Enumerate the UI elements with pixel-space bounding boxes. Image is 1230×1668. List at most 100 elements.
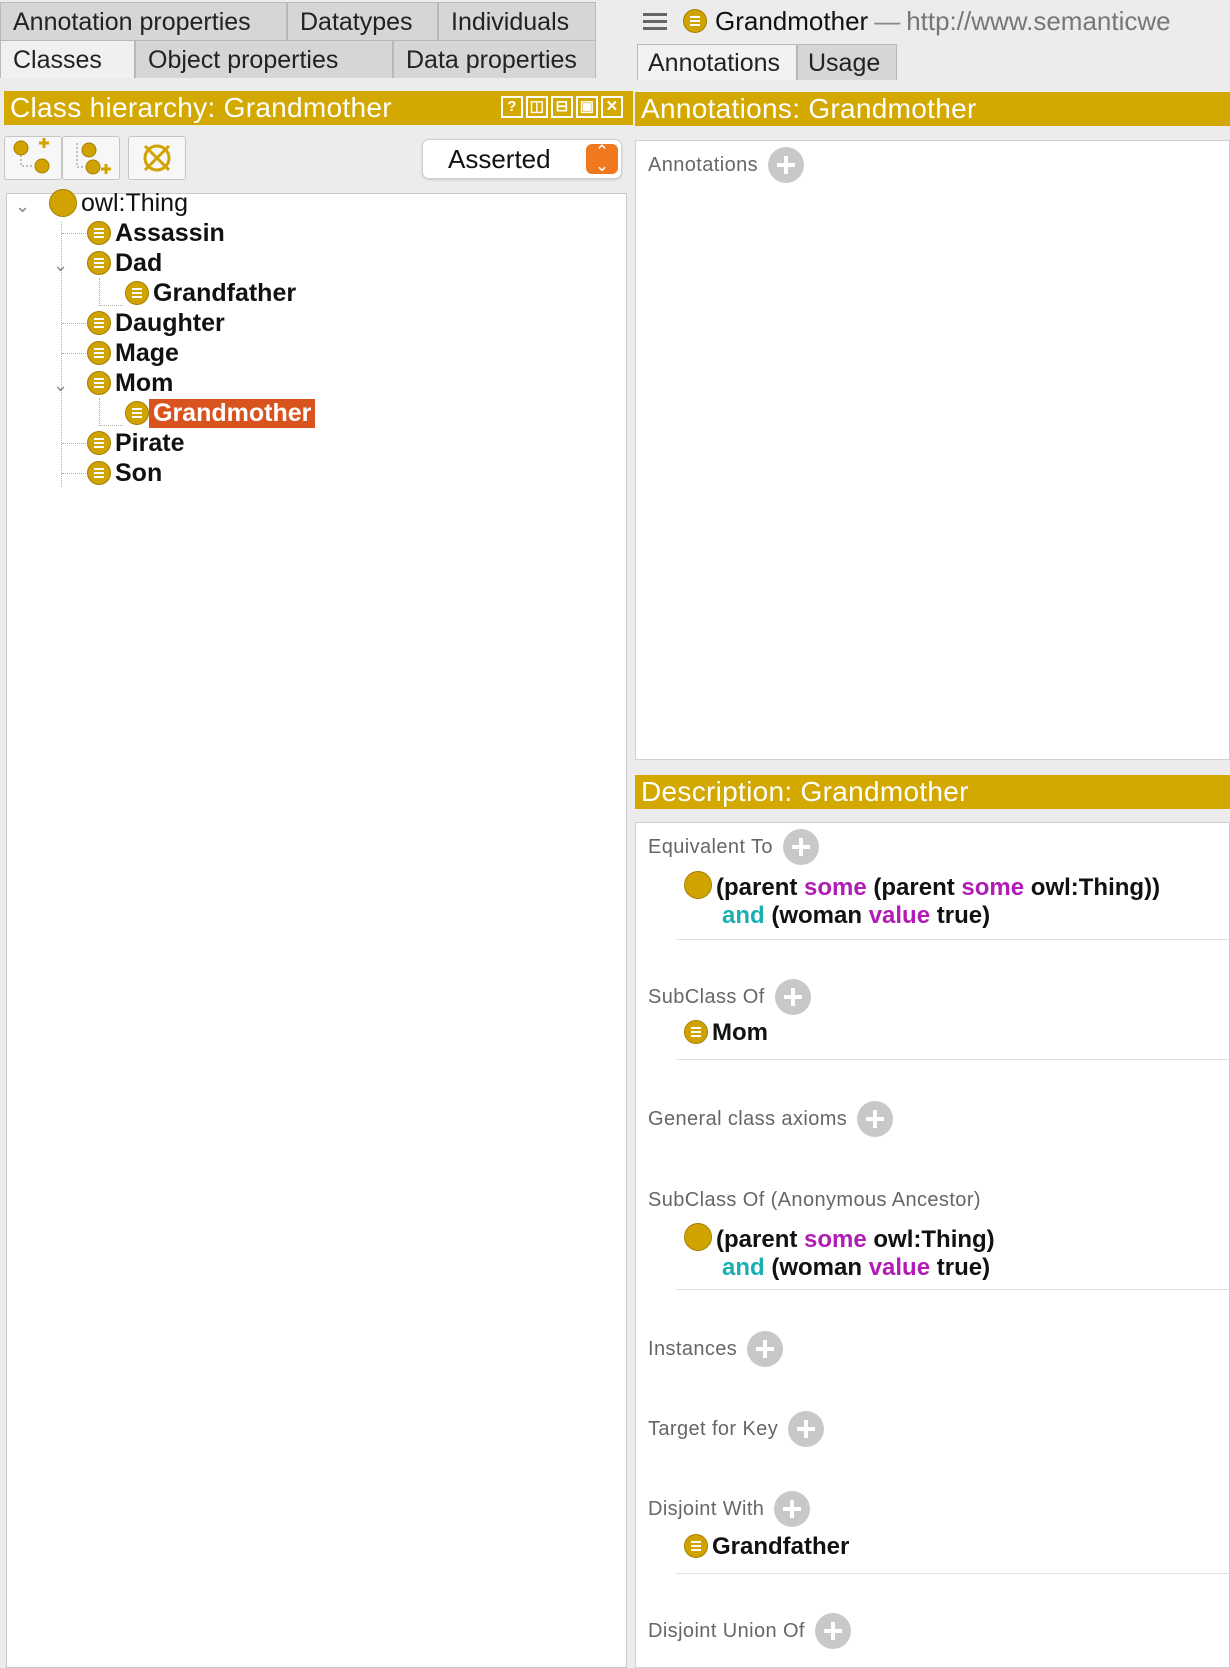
tree-node-mage[interactable]: Mage xyxy=(87,338,183,368)
row-divider xyxy=(676,1289,1229,1290)
instances-section: Instances xyxy=(648,1331,784,1367)
tab-datatypes[interactable]: Datatypes xyxy=(287,2,438,40)
anonymous-ancestor-expression[interactable]: (parent some owl:Thing) and (woman value… xyxy=(684,1223,995,1282)
class-icon xyxy=(684,1020,708,1044)
add-disjoint-icon[interactable] xyxy=(774,1491,811,1527)
description-title: Description: Grandmother xyxy=(641,776,969,807)
tree-node-mom[interactable]: Mom xyxy=(87,368,177,398)
add-key-icon[interactable] xyxy=(788,1411,825,1447)
tree-node-dad[interactable]: Dad xyxy=(87,248,166,278)
disjoint-with-entry[interactable]: Grandfather xyxy=(684,1533,849,1561)
float-view-icon[interactable]: ▣ xyxy=(576,96,598,118)
detail-tabs: Annotations Usage xyxy=(637,44,897,80)
tree-node-label: Daughter xyxy=(115,308,225,337)
tree-node-label-selected: Grandmother xyxy=(149,398,316,428)
header-separator: — xyxy=(874,5,901,36)
tree-node-label: Grandfather xyxy=(153,278,297,307)
class-icon xyxy=(87,431,111,455)
view-buttons: ? ◫ ⊟ ▣ ✕ xyxy=(501,96,623,118)
delete-class-icon xyxy=(143,144,171,172)
keyword-some: some xyxy=(804,874,867,901)
tree-node-grandmother[interactable]: Grandmother xyxy=(125,398,316,428)
section-label: Disjoint Union Of xyxy=(648,1619,805,1642)
expr-text: true) xyxy=(930,1254,991,1281)
add-superclass-icon[interactable] xyxy=(774,979,811,1015)
class-icon xyxy=(87,221,111,245)
description-header: Description: Grandmother xyxy=(635,775,1230,809)
collapse-caret-icon[interactable]: ⌄ xyxy=(53,375,68,396)
tree-guide-line xyxy=(99,398,100,426)
close-view-icon[interactable]: ✕ xyxy=(601,96,623,118)
tab-usage[interactable]: Usage xyxy=(797,44,897,80)
class-icon xyxy=(49,189,77,217)
tree-node-son[interactable]: Son xyxy=(87,458,166,488)
tab-data-properties[interactable]: Data properties xyxy=(393,40,596,78)
class-tree[interactable]: ⌄ owl:Thing Assassin ⌄ Dad Grandfather D… xyxy=(6,189,627,1668)
add-disjoint-union-icon[interactable] xyxy=(814,1613,851,1649)
row-divider xyxy=(676,939,1229,940)
subclass-of-entry[interactable]: Mom xyxy=(684,1019,768,1047)
expr-text: (woman xyxy=(764,1254,869,1281)
section-label: Annotations xyxy=(648,153,759,176)
expr-text: (parent xyxy=(716,874,805,901)
split-vertical-icon[interactable]: ◫ xyxy=(526,96,548,118)
hierarchy-mode-value: Asserted xyxy=(448,144,551,174)
tab-row-2: Classes Object properties Data propertie… xyxy=(0,40,596,78)
class-icon xyxy=(87,461,111,485)
disjoint-class-name: Grandfather xyxy=(712,1533,850,1560)
tab-annotation-properties[interactable]: Annotation properties xyxy=(0,2,287,40)
entity-iri: http://www.semanticwe xyxy=(906,5,1171,36)
section-label: General class axioms xyxy=(648,1107,848,1130)
help-icon[interactable]: ? xyxy=(501,96,523,118)
class-hierarchy-title: Class hierarchy: Grandmother xyxy=(10,92,392,123)
add-equivalent-icon[interactable] xyxy=(782,829,819,865)
annotations-header: Annotations: Grandmother xyxy=(635,92,1230,126)
split-horizontal-icon[interactable]: ⊟ xyxy=(551,96,573,118)
class-icon xyxy=(684,1534,708,1558)
class-icon xyxy=(683,9,707,33)
class-hierarchy-header: Class hierarchy: Grandmother ? ◫ ⊟ ▣ ✕ xyxy=(4,91,633,125)
tree-node-assassin[interactable]: Assassin xyxy=(87,218,229,248)
add-annotation-icon[interactable] xyxy=(768,147,805,183)
add-general-axiom-icon[interactable] xyxy=(857,1101,894,1137)
tab-object-properties[interactable]: Object properties xyxy=(135,40,393,78)
tab-annotations[interactable]: Annotations xyxy=(637,44,797,80)
keyword-value: value xyxy=(868,1254,931,1281)
class-icon xyxy=(125,281,149,305)
expr-text: owl:Thing)) xyxy=(1024,874,1161,901)
tab-individuals[interactable]: Individuals xyxy=(438,2,596,40)
disjoint-union-section: Disjoint Union Of xyxy=(648,1613,851,1649)
class-icon xyxy=(684,871,712,899)
description-panel: Equivalent To (parent some (parent some … xyxy=(635,822,1230,1668)
add-instance-icon[interactable] xyxy=(747,1331,784,1367)
add-subclass-button[interactable] xyxy=(4,136,62,180)
collapse-caret-icon[interactable]: ⌄ xyxy=(53,255,68,276)
tree-guide-line xyxy=(62,443,86,444)
tree-node-daughter[interactable]: Daughter xyxy=(87,308,229,338)
hierarchy-mode-select[interactable]: Asserted ⌃ ⌄ xyxy=(422,139,622,179)
general-class-axioms-section: General class axioms xyxy=(648,1101,894,1137)
add-sibling-button[interactable] xyxy=(62,136,120,180)
tree-guide-line xyxy=(62,323,86,324)
class-icon xyxy=(87,251,111,275)
entity-header: Grandmother — http://www.semanticwe xyxy=(633,0,1230,42)
target-for-key-section: Target for Key xyxy=(648,1411,825,1447)
class-hierarchy-toolbar: Asserted ⌃ ⌄ xyxy=(4,136,633,182)
expr-text: (woman xyxy=(764,902,869,929)
row-divider xyxy=(676,1573,1229,1574)
menu-icon[interactable] xyxy=(643,9,667,34)
tab-classes[interactable]: Classes xyxy=(0,40,135,78)
tree-node-grandfather[interactable]: Grandfather xyxy=(125,278,300,308)
tree-node-label: owl:Thing xyxy=(81,188,188,217)
keyword-and: and xyxy=(722,902,765,929)
anonymous-ancestor-section: SubClass Of (Anonymous Ancestor) xyxy=(648,1189,981,1212)
equivalent-expression[interactable]: (parent some (parent some owl:Thing)) an… xyxy=(684,871,1160,930)
keyword-some: some xyxy=(804,1226,867,1253)
section-label: Disjoint With xyxy=(648,1497,765,1520)
collapse-caret-icon[interactable]: ⌄ xyxy=(15,196,30,217)
delete-class-button[interactable] xyxy=(128,136,186,180)
entity-title: Grandmother xyxy=(715,5,869,36)
tree-node-pirate[interactable]: Pirate xyxy=(87,428,188,458)
class-icon xyxy=(87,341,111,365)
tree-node-owl-thing[interactable]: owl:Thing xyxy=(49,188,192,218)
